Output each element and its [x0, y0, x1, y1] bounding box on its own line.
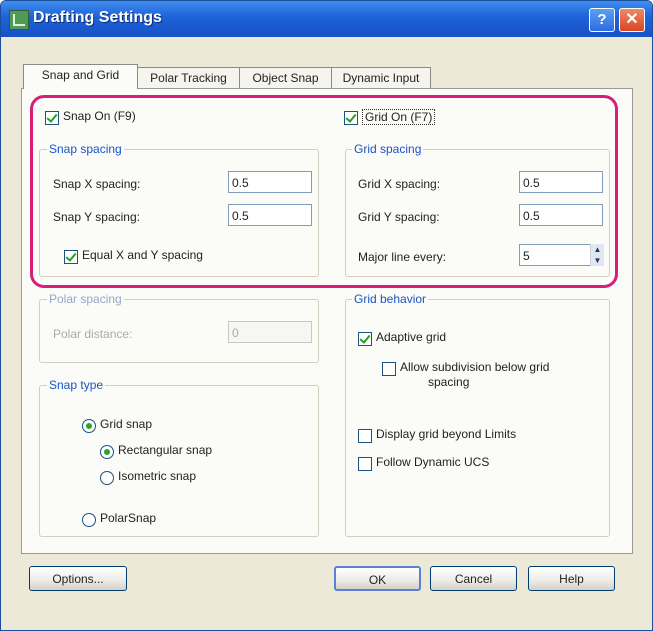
- major-line-spinner[interactable]: ▲ ▼: [590, 244, 604, 266]
- grid-snap-radio[interactable]: [82, 419, 96, 433]
- help-button[interactable]: Help: [528, 566, 615, 591]
- major-line-label: Major line every:: [358, 250, 447, 264]
- polar-distance-label: Polar distance:: [53, 327, 133, 341]
- tab-polar-tracking[interactable]: Polar Tracking: [137, 67, 240, 88]
- close-button[interactable]: ✕: [619, 8, 645, 32]
- snap-x-label: Snap X spacing:: [53, 177, 141, 191]
- rectangular-snap-radio[interactable]: [100, 445, 114, 459]
- snap-spacing-title: Snap spacing: [47, 142, 124, 156]
- grid-spacing-title: Grid spacing: [352, 142, 424, 156]
- spin-down-icon[interactable]: ▼: [591, 255, 604, 266]
- spin-up-icon[interactable]: ▲: [591, 244, 604, 255]
- allow-subdivision-label-cont: spacing: [428, 375, 470, 389]
- display-beyond-limits-label: Display grid beyond Limits: [376, 427, 517, 441]
- allow-subdivision-checkbox[interactable]: [382, 362, 396, 376]
- adaptive-grid-checkbox[interactable]: [358, 332, 372, 346]
- tab-snap-and-grid[interactable]: Snap and Grid: [23, 64, 138, 89]
- isometric-snap-radio[interactable]: [100, 471, 114, 485]
- grid-behavior-title: Grid behavior: [352, 292, 429, 306]
- snap-x-spacing-input[interactable]: 0.5: [228, 171, 312, 193]
- window-title: Drafting Settings: [33, 9, 162, 26]
- tab-object-snap[interactable]: Object Snap: [239, 67, 332, 88]
- snap-y-label: Snap Y spacing:: [53, 210, 140, 224]
- snap-on-checkbox[interactable]: [45, 111, 59, 125]
- grid-x-label: Grid X spacing:: [358, 177, 441, 191]
- grid-y-spacing-input[interactable]: 0.5: [519, 204, 603, 226]
- tab-dynamic-input[interactable]: Dynamic Input: [331, 67, 431, 88]
- grid-on-label: Grid On (F7): [362, 109, 436, 125]
- snap-on-label: Snap On (F9): [63, 109, 136, 123]
- grid-x-spacing-input[interactable]: 0.5: [519, 171, 603, 193]
- adaptive-grid-label: Adaptive grid: [376, 330, 447, 344]
- grid-on-checkbox[interactable]: [344, 111, 358, 125]
- polar-spacing-title: Polar spacing: [47, 292, 124, 306]
- equal-xy-label: Equal X and Y spacing: [82, 248, 203, 262]
- options-button[interactable]: Options...: [29, 566, 127, 591]
- display-beyond-limits-checkbox[interactable]: [358, 429, 372, 443]
- app-icon: [9, 10, 29, 30]
- snap-y-spacing-input[interactable]: 0.5: [228, 204, 312, 226]
- equal-xy-checkbox[interactable]: [64, 250, 78, 264]
- drafting-settings-dialog: Drafting Settings ? ✕ Snap and Grid Pola…: [0, 0, 653, 631]
- follow-dynamic-ucs-checkbox[interactable]: [358, 457, 372, 471]
- polarsnap-label: PolarSnap: [100, 511, 157, 525]
- ok-button[interactable]: OK: [334, 566, 421, 591]
- grid-snap-label: Grid snap: [100, 417, 153, 431]
- title-bar: Drafting Settings ? ✕: [1, 1, 652, 37]
- allow-subdivision-label: Allow subdivision below grid: [400, 360, 550, 374]
- polar-distance-input[interactable]: 0: [228, 321, 312, 343]
- cancel-button[interactable]: Cancel: [430, 566, 517, 591]
- help-title-button[interactable]: ?: [589, 8, 615, 32]
- rectangular-snap-label: Rectangular snap: [118, 443, 213, 457]
- isometric-snap-label: Isometric snap: [118, 469, 197, 483]
- follow-dynamic-ucs-label: Follow Dynamic UCS: [376, 455, 490, 469]
- snap-type-title: Snap type: [47, 378, 106, 392]
- grid-y-label: Grid Y spacing:: [358, 210, 440, 224]
- snap-type-group: [39, 385, 319, 537]
- polarsnap-radio[interactable]: [82, 513, 96, 527]
